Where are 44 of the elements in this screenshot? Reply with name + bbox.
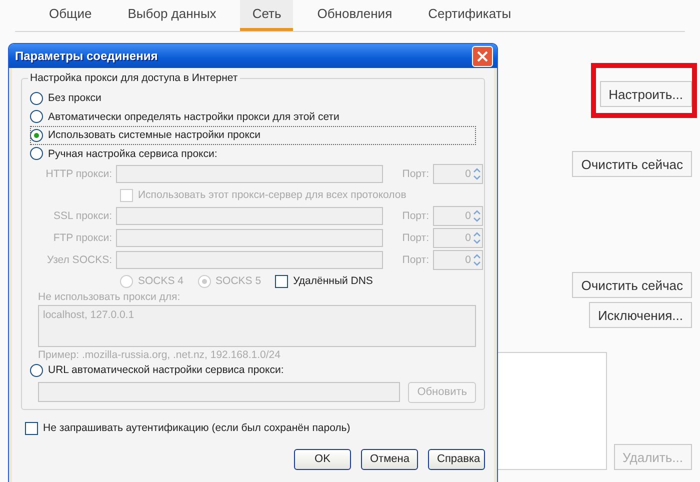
dialog-button[interactable]: Справка [428, 448, 485, 470]
url-field[interactable] [38, 382, 400, 402]
option-label[interactable]: Без прокси [48, 92, 102, 104]
radio-button[interactable] [30, 92, 43, 105]
option-label[interactable]: Ручная настройка сервиса прокси: [48, 148, 218, 160]
spin-arrows-icon [473, 231, 481, 245]
hint-text: Пример: .mozilla-russia.org, .net.nz, 192.168.1.0/24 [37, 349, 282, 361]
field-label: HTTP прокси: [44, 168, 112, 180]
spin-arrows-icon [473, 253, 481, 267]
port-label: Порт: [401, 232, 429, 244]
field-label: Узел SOCKS: [46, 254, 112, 266]
field-label: Не использовать прокси для: [37, 291, 182, 303]
port-label: Порт: [401, 168, 429, 180]
option-label[interactable]: URL автоматической настройки сервиса прокси: [48, 364, 284, 376]
field-label: FTP прокси: [52, 232, 112, 244]
tab[interactable]: Сеть [240, 0, 294, 31]
close-icon [477, 50, 488, 62]
focused-option[interactable]: Использовать системные настройки прокси [30, 126, 476, 144]
tab[interactable]: Сертификаты [416, 0, 524, 28]
settings-button[interactable]: Очистить сейчас [572, 151, 692, 177]
checkbox[interactable] [25, 422, 38, 434]
close-button[interactable] [472, 46, 493, 66]
port-label: Порт: [401, 210, 429, 222]
radio-button[interactable] [30, 128, 43, 142]
settings-button[interactable]: Настроить... [600, 81, 692, 107]
checkbox-label[interactable]: Не запрашивать аутентификацию (если был сохранён пароль) [43, 422, 350, 434]
tab[interactable]: Выбор данных [116, 0, 228, 28]
settings-button[interactable]: Очистить сейчас [572, 272, 692, 298]
group-title: Настройка прокси для доступа в Интернет [28, 72, 240, 84]
dialog-button[interactable]: Отмена [361, 448, 418, 470]
option-label[interactable]: Использовать системные настройки прокси [48, 129, 261, 142]
spin-arrows-icon [473, 167, 481, 181]
port-label: Порт: [401, 254, 429, 266]
tab[interactable]: Обновления [305, 0, 404, 28]
spin-arrows-icon [473, 209, 481, 223]
dialog-button[interactable]: OK [294, 448, 351, 470]
radio-button[interactable] [30, 110, 43, 124]
field-label: SSL прокси: [52, 210, 112, 222]
radio-button[interactable] [30, 147, 43, 160]
radio-button[interactable] [30, 364, 43, 377]
window-title: Параметры соединения [15, 49, 158, 63]
tab[interactable]: Общие [37, 0, 104, 28]
settings-button[interactable]: Исключения... [588, 302, 692, 328]
option-label[interactable]: Автоматически определять настройки прокси для этой сети [48, 110, 340, 123]
